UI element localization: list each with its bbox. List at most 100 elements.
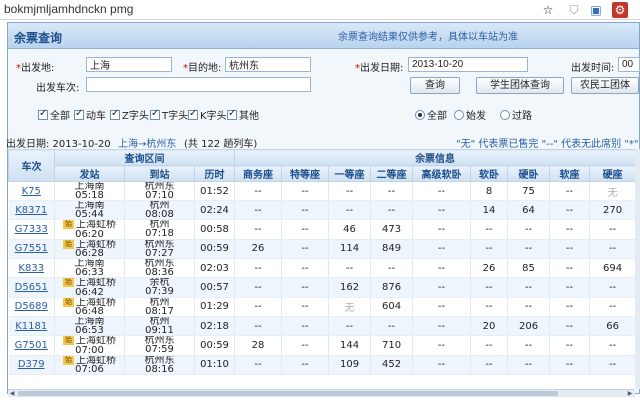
table-row[interactable]: G7501 始上海虹桥 07:00 杭州东 07:59 00:59 28 -- 144 710 --… bbox=[8, 335, 635, 356]
column-header: 一等座 bbox=[328, 165, 372, 182]
duration: 00:57 bbox=[194, 277, 236, 298]
extension-icon[interactable]: ▣ bbox=[588, 2, 604, 18]
seat-availability: 85 bbox=[507, 258, 551, 278]
seat-availability: -- bbox=[470, 335, 509, 356]
checkbox-icon[interactable] bbox=[74, 108, 84, 120]
radio-icon[interactable] bbox=[500, 109, 510, 120]
filter-t[interactable]: T字头 bbox=[150, 107, 188, 122]
seat-availability: -- bbox=[507, 297, 551, 317]
filter-all[interactable]: 全部 bbox=[38, 107, 70, 122]
seat-availability: 14 bbox=[470, 200, 509, 220]
duration: 00:59 bbox=[194, 335, 236, 356]
seat-availability: -- bbox=[281, 258, 330, 278]
table-row[interactable]: K1181 上海南 06:53 杭州 09:11 02:18 -- -- -- -- -- 20 206… bbox=[8, 316, 635, 336]
header-range: 查询区间 bbox=[53, 149, 236, 166]
scroll-right-icon[interactable]: ▶ bbox=[626, 390, 634, 397]
column-header: 二等座 bbox=[370, 165, 414, 182]
seat-availability: -- bbox=[328, 200, 372, 220]
to-time: 08:08 bbox=[145, 209, 174, 220]
train-number-link[interactable]: K75 bbox=[8, 181, 55, 201]
radio-icon[interactable] bbox=[415, 109, 425, 120]
scroll-left-icon[interactable]: ◀ bbox=[8, 390, 16, 397]
seat-availability: -- bbox=[507, 335, 551, 356]
table-row[interactable]: K833 上海南 06:33 杭州东 08:36 02:03 -- -- -- -- -- 26 85-… bbox=[8, 258, 635, 278]
from-station-cell: 上海南 06:33 bbox=[54, 258, 125, 278]
address-text[interactable]: bokmjmljamhdnckn pmg bbox=[4, 2, 133, 16]
checkbox-icon[interactable] bbox=[227, 108, 237, 120]
table-row[interactable]: G7333 始上海虹桥 06:20 杭州 07:18 00:58 -- -- 46 473 -- --… bbox=[8, 219, 635, 240]
checkbox-icon[interactable] bbox=[38, 108, 48, 120]
to-time: 08:36 bbox=[145, 267, 174, 278]
from-station-cell: 上海南 05:18 bbox=[54, 181, 125, 201]
from-time: 07:00 bbox=[75, 344, 104, 355]
train-number-link[interactable]: D379 bbox=[8, 355, 55, 375]
train-number-link[interactable]: K1181 bbox=[8, 316, 55, 336]
radio-origin[interactable]: 始发 bbox=[454, 107, 486, 122]
from-time: 07:06 bbox=[75, 364, 104, 375]
radio-icon[interactable] bbox=[454, 109, 464, 120]
seat-availability: -- bbox=[549, 200, 591, 220]
checkbox-icon[interactable] bbox=[188, 108, 198, 120]
summary-legend: "无" 代表票已售完 "--" 代表无此席别 "*" bbox=[456, 139, 639, 150]
to-time: 07:18 bbox=[145, 228, 174, 239]
star-icon[interactable]: ☆ bbox=[540, 2, 556, 18]
radio-all[interactable]: 全部 bbox=[415, 107, 447, 122]
to-time: 09:11 bbox=[145, 325, 174, 336]
table-row[interactable]: D379 始上海虹桥 07:06 杭州东 08:16 01:10 -- -- 109 452 -- -… bbox=[8, 355, 635, 375]
train-number-link[interactable]: G7501 bbox=[8, 335, 55, 356]
train-input[interactable] bbox=[86, 77, 311, 92]
table-row[interactable]: G7551 始上海虹桥 06:28 杭州东 07:27 00:59 26 -- 114 849 --… bbox=[8, 239, 635, 259]
train-number-link[interactable]: G7333 bbox=[8, 219, 55, 240]
results-table-wrap: 车次 查询区间 余票信息 发站 到站 历时 商务座 特等座 一等座 二等座 高级软卧 软卧 硬卧软… bbox=[8, 149, 635, 389]
train-number-link[interactable]: D5689 bbox=[8, 297, 55, 317]
from-station-cell: 始上海虹桥 06:20 bbox=[54, 219, 125, 240]
seat-availability: 114 bbox=[328, 239, 372, 259]
filter-other[interactable]: 其他 bbox=[227, 107, 259, 122]
train-extension-icon[interactable]: ⚙ bbox=[612, 2, 628, 18]
train-number-link[interactable]: K8371 bbox=[8, 200, 55, 220]
table-row[interactable]: K75 上海南 05:18 杭州东 07:10 01:52 -- -- -- -- -- 8 75 -- 无 bbox=[8, 181, 635, 201]
to-station-cell: 杭州 07:18 bbox=[124, 219, 195, 240]
duration: 01:10 bbox=[194, 355, 236, 375]
shield-icon[interactable]: ⛉ bbox=[566, 2, 582, 18]
worker-query-button[interactable]: 农民工团体 bbox=[571, 77, 639, 94]
table-row[interactable]: D5689 始上海虹桥 06:48 杭州 08:17 01:29 -- -- 无 604 -- -- -… bbox=[8, 297, 635, 317]
duration: 01:29 bbox=[194, 297, 236, 317]
time-input[interactable] bbox=[618, 57, 640, 72]
summary-route: 上海→杭州东 bbox=[118, 139, 177, 150]
to-time: 07:27 bbox=[145, 247, 174, 259]
scroll-thumb[interactable] bbox=[18, 391, 558, 396]
checkbox-icon[interactable] bbox=[150, 108, 160, 120]
table-row[interactable]: K8371 上海南 05:44 杭州 08:08 02:24 -- -- -- -- -- 14 64-… bbox=[8, 200, 635, 220]
train-number-link[interactable]: G7551 bbox=[8, 239, 55, 259]
seat-availability: -- bbox=[328, 316, 372, 336]
seat-availability: -- bbox=[549, 258, 591, 278]
radio-passing[interactable]: 过路 bbox=[500, 107, 532, 122]
seat-availability: -- bbox=[549, 316, 591, 336]
filter-d[interactable]: 动车 bbox=[74, 107, 106, 122]
vertical-scrollbar[interactable] bbox=[635, 149, 640, 389]
seat-availability: 162 bbox=[328, 277, 372, 298]
to-station-cell: 杭州东 08:16 bbox=[124, 355, 195, 375]
seat-availability: -- bbox=[589, 277, 635, 298]
from-input[interactable] bbox=[86, 57, 172, 72]
to-input[interactable] bbox=[225, 57, 311, 72]
popup-header: 余票查询 余票查询结果仅供参考，具体以车站为准 bbox=[8, 23, 639, 49]
seat-availability: 26 bbox=[470, 258, 509, 278]
from-station-cell: 上海南 06:53 bbox=[54, 316, 125, 336]
filter-k[interactable]: K字头 bbox=[188, 107, 227, 122]
seat-availability: 849 bbox=[370, 239, 414, 259]
table-row[interactable]: D5651 始上海虹桥 06:42 余杭 07:39 00:57 -- -- 162 876 -- -… bbox=[8, 277, 635, 298]
filter-z[interactable]: Z字头 bbox=[110, 107, 149, 122]
date-input[interactable] bbox=[408, 57, 528, 72]
duration: 01:52 bbox=[194, 181, 236, 201]
student-query-button[interactable]: 学生团体查询 bbox=[476, 77, 564, 94]
from-station-cell: 始上海虹桥 07:06 bbox=[54, 355, 125, 375]
address-bar[interactable]: bokmjmljamhdnckn pmg ☆ ⛉ ▣ ⚙ bbox=[0, 0, 640, 20]
horizontal-scrollbar[interactable]: ◀ ▶ bbox=[8, 389, 635, 397]
checkbox-icon[interactable] bbox=[110, 108, 120, 120]
seat-availability: -- bbox=[549, 219, 591, 240]
query-button[interactable]: 查询 bbox=[410, 77, 460, 94]
train-number-link[interactable]: D5651 bbox=[8, 277, 55, 298]
train-number-link[interactable]: K833 bbox=[8, 258, 55, 278]
